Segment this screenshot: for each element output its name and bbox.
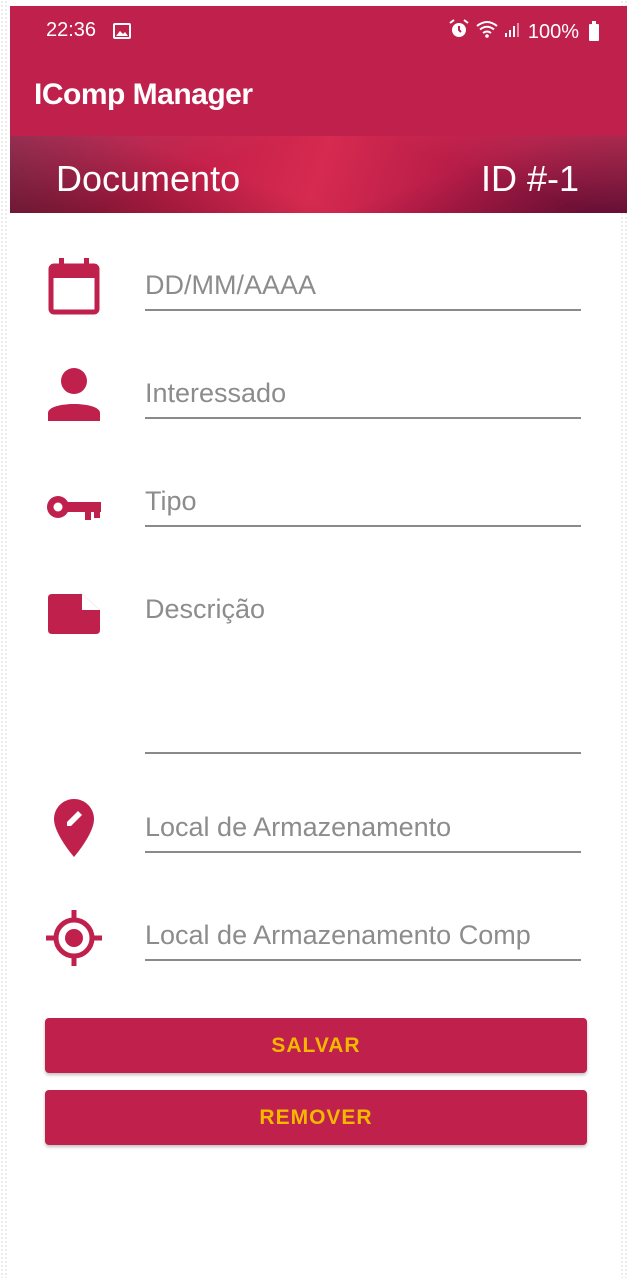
status-icons: 100% xyxy=(448,19,599,45)
image-icon xyxy=(113,22,131,45)
interessado-input[interactable] xyxy=(145,378,581,419)
local-comp-input[interactable] xyxy=(145,920,581,961)
app-bar: IComp Manager xyxy=(10,56,627,136)
battery-percent: 100% xyxy=(527,20,579,43)
calendar-icon xyxy=(44,256,104,316)
edit-location-icon xyxy=(44,798,104,858)
wifi-icon xyxy=(476,20,498,44)
key-icon xyxy=(44,478,104,538)
battery-icon xyxy=(589,20,599,41)
target-icon xyxy=(44,908,104,968)
remove-button[interactable]: REMOVER xyxy=(45,1090,587,1145)
local-input[interactable] xyxy=(145,812,581,853)
app-title: IComp Manager xyxy=(34,78,253,111)
person-icon xyxy=(44,364,104,424)
save-button[interactable]: SALVAR xyxy=(45,1018,587,1073)
status-bar: 22:36 100% xyxy=(10,6,627,56)
descricao-input[interactable] xyxy=(145,594,581,754)
tipo-input[interactable] xyxy=(145,486,581,527)
document-banner: Documento ID #-1 xyxy=(10,136,627,213)
document-id: ID #-1 xyxy=(480,158,579,199)
alarm-icon xyxy=(448,19,470,45)
frame-left xyxy=(0,0,8,1278)
status-time: 22:36 xyxy=(46,19,97,41)
banner-title: Documento xyxy=(56,158,241,199)
signal-icon xyxy=(504,21,522,44)
note-icon xyxy=(44,584,104,644)
date-input[interactable] xyxy=(145,270,581,311)
